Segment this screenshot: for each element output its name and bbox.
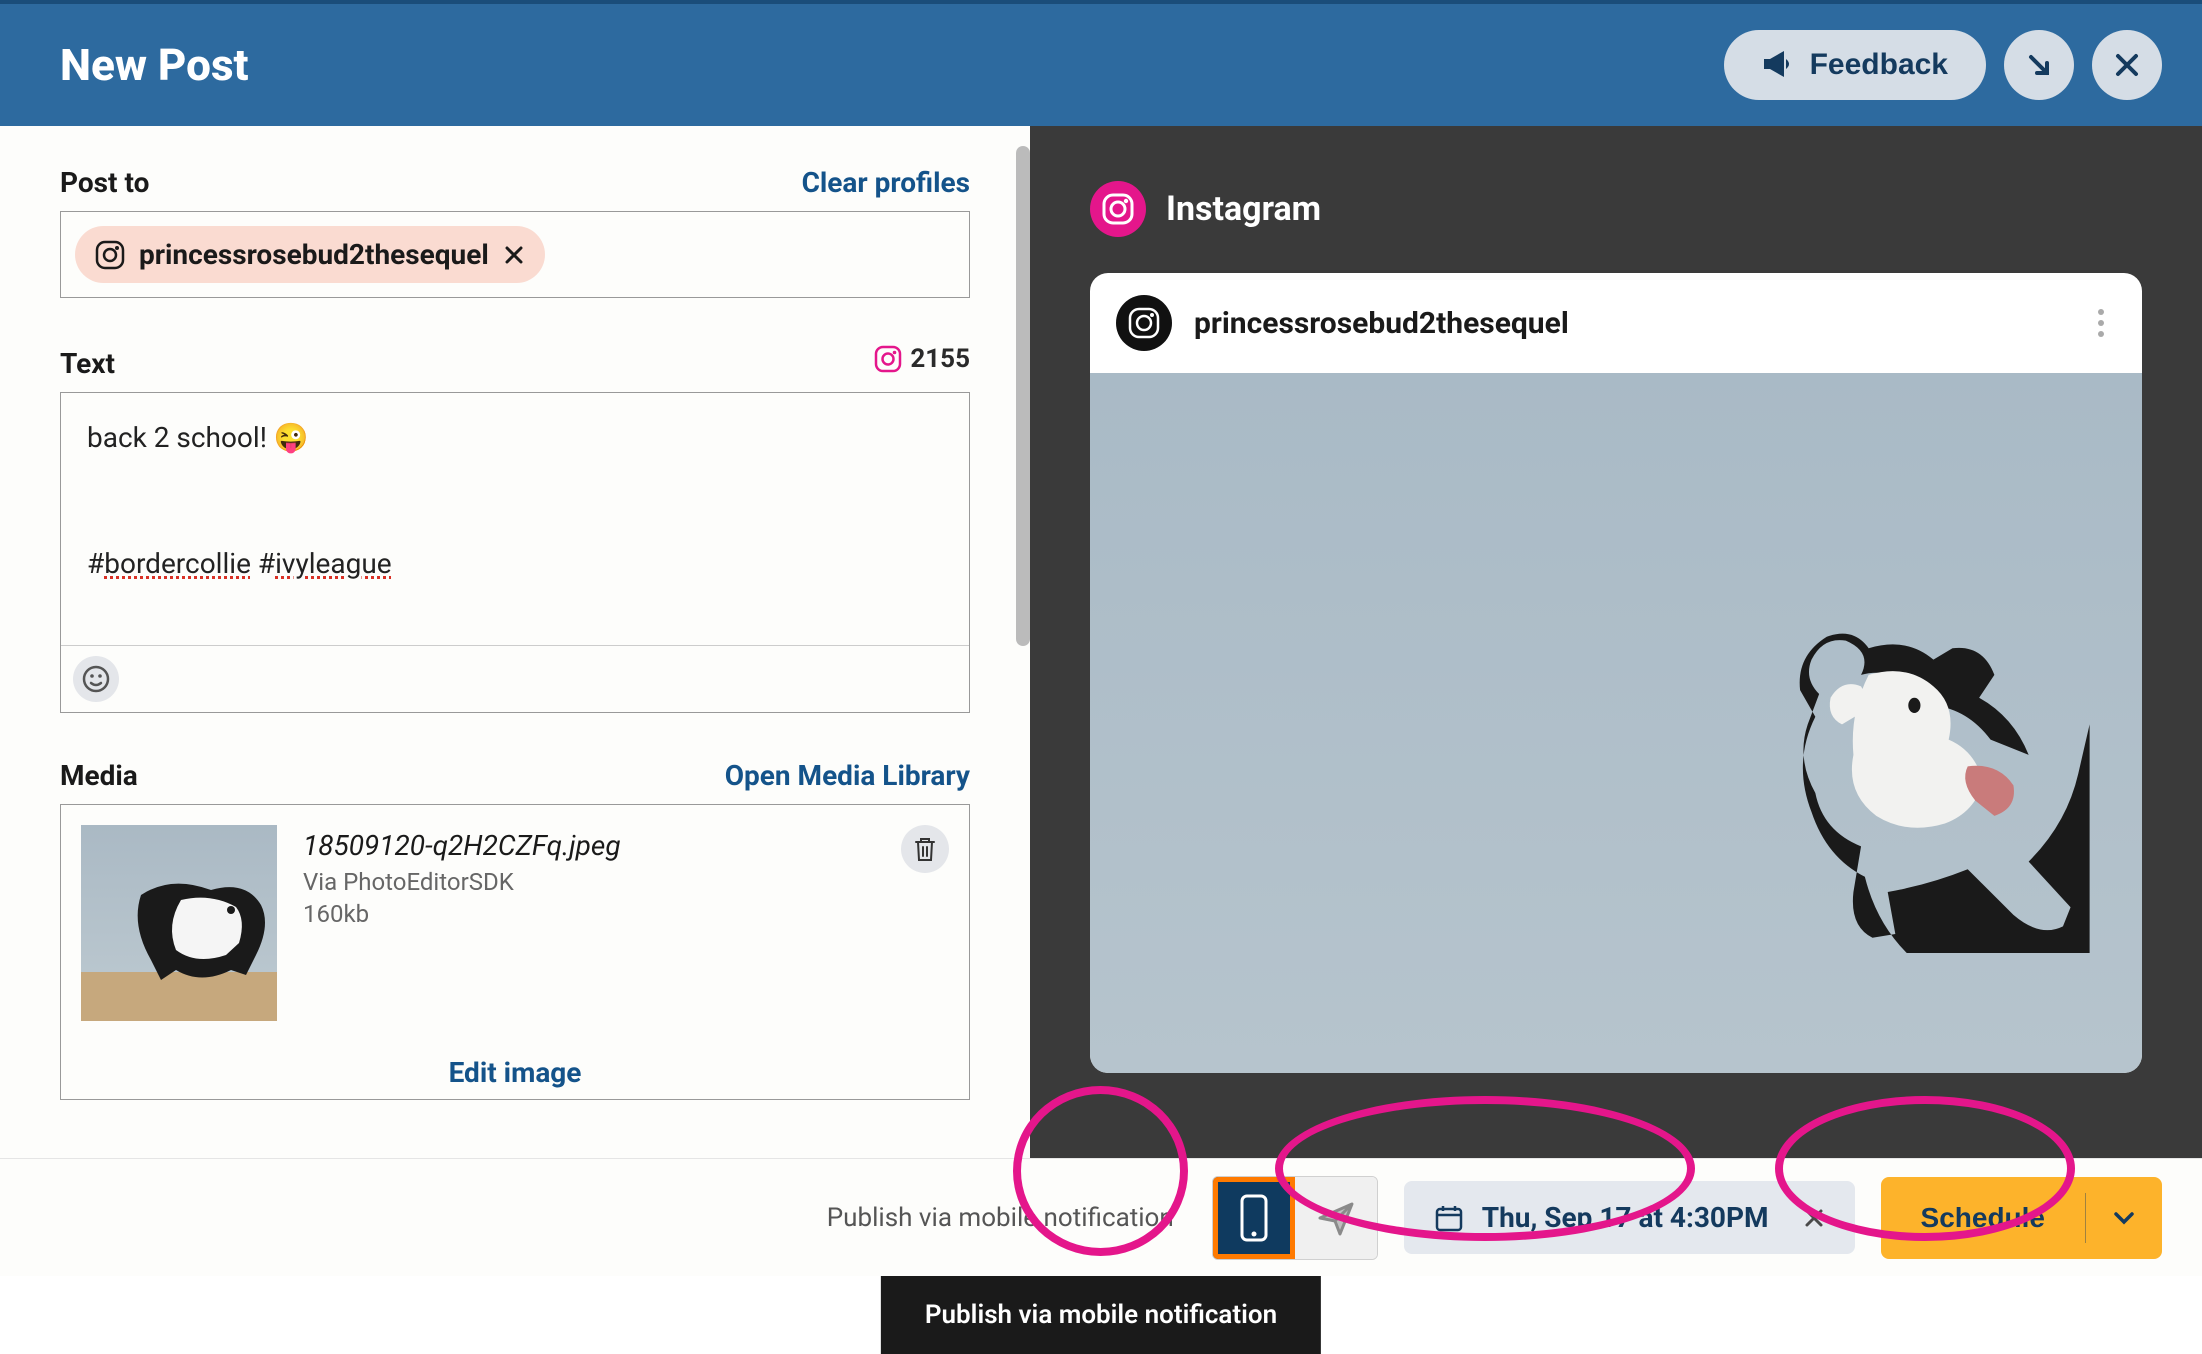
open-media-library-link[interactable]: Open Media Library	[725, 759, 970, 792]
send-icon	[1316, 1198, 1356, 1238]
chevron-down-icon	[2112, 1210, 2136, 1226]
instagram-icon	[1127, 306, 1161, 340]
text-editor: back 2 school! 😜#bordercollie #ivyleague	[60, 392, 970, 713]
text-label: Text	[60, 347, 115, 380]
media-source: Via PhotoEditorSDK	[303, 868, 949, 896]
schedule-dropdown-arrow[interactable]	[2086, 1210, 2162, 1226]
instagram-icon	[874, 345, 902, 373]
preview-card: princessrosebud2thesequel	[1090, 273, 2142, 1073]
minimize-button[interactable]	[2004, 30, 2074, 100]
modal-header: New Post Feedback	[0, 0, 2202, 126]
schedule-button-label: Schedule	[1881, 1202, 2085, 1234]
delete-media-button[interactable]	[901, 825, 949, 873]
media-item: 18509120-q2H2CZFq.jpeg Via PhotoEditorSD…	[61, 805, 969, 1041]
close-button[interactable]	[2092, 30, 2162, 100]
preview-panel: Instagram princessrosebud2thesequel	[1030, 126, 2202, 1236]
preview-avatar	[1116, 295, 1172, 351]
clear-date-icon[interactable]	[1803, 1207, 1825, 1229]
arrow-down-right-icon	[2025, 51, 2053, 79]
tooltip: Publish via mobile notification	[881, 1276, 1321, 1354]
preview-image	[1090, 373, 2142, 1073]
media-size: 160kb	[303, 900, 949, 928]
schedule-date-picker[interactable]: Thu, Sep 17 at 4:30PM	[1404, 1181, 1855, 1254]
publish-mode-label: Publish via mobile notification	[827, 1203, 1174, 1233]
close-icon	[2113, 51, 2141, 79]
smiley-icon	[82, 665, 110, 693]
text-toolbar	[61, 645, 969, 712]
direct-publish-toggle[interactable]	[1295, 1177, 1377, 1259]
edit-image-link[interactable]: Edit image	[61, 1041, 969, 1099]
preview-more-button[interactable]	[2086, 309, 2116, 337]
scrollbar[interactable]	[1016, 146, 1030, 646]
media-filename: 18509120-q2H2CZFq.jpeg	[303, 829, 949, 862]
calendar-icon	[1434, 1203, 1464, 1233]
schedule-button[interactable]: Schedule	[1881, 1177, 2162, 1259]
publish-mode-toggle	[1212, 1176, 1378, 1260]
char-counter: 2155	[874, 344, 970, 374]
instagram-icon	[95, 240, 125, 270]
profile-chip: princessrosebud2thesequel	[75, 226, 545, 283]
emoji-picker-button[interactable]	[73, 656, 119, 702]
post-to-label: Post to	[60, 166, 149, 199]
media-label: Media	[60, 759, 138, 792]
header-actions: Feedback	[1724, 30, 2162, 100]
media-box: 18509120-q2H2CZFq.jpeg Via PhotoEditorSD…	[60, 804, 970, 1100]
megaphone-icon	[1762, 51, 1794, 79]
clear-profiles-link[interactable]: Clear profiles	[802, 166, 970, 199]
trash-icon	[913, 836, 937, 862]
preview-username: princessrosebud2thesequel	[1194, 306, 2064, 341]
platform-name: Instagram	[1166, 189, 1321, 229]
profile-selector[interactable]: princessrosebud2thesequel	[60, 211, 970, 298]
schedule-date-text: Thu, Sep 17 at 4:30PM	[1482, 1201, 1769, 1234]
text-input[interactable]: back 2 school! 😜#bordercollie #ivyleague	[61, 393, 969, 645]
chip-remove-icon[interactable]	[503, 244, 525, 266]
compose-panel: Post to Clear profiles princessrosebud2t…	[0, 126, 1030, 1236]
feedback-label: Feedback	[1810, 48, 1948, 82]
footer-bar: Publish via mobile notification Thu, Sep…	[0, 1158, 2202, 1276]
profile-chip-name: princessrosebud2thesequel	[139, 238, 489, 271]
media-thumbnail[interactable]	[81, 825, 277, 1021]
feedback-button[interactable]: Feedback	[1724, 30, 1986, 100]
char-count-value: 2155	[910, 344, 970, 374]
platform-badge	[1090, 181, 1146, 237]
mobile-notification-toggle[interactable]	[1213, 1177, 1295, 1259]
page-title: New Post	[60, 39, 249, 91]
mobile-icon	[1238, 1194, 1270, 1242]
instagram-icon	[1101, 192, 1135, 226]
